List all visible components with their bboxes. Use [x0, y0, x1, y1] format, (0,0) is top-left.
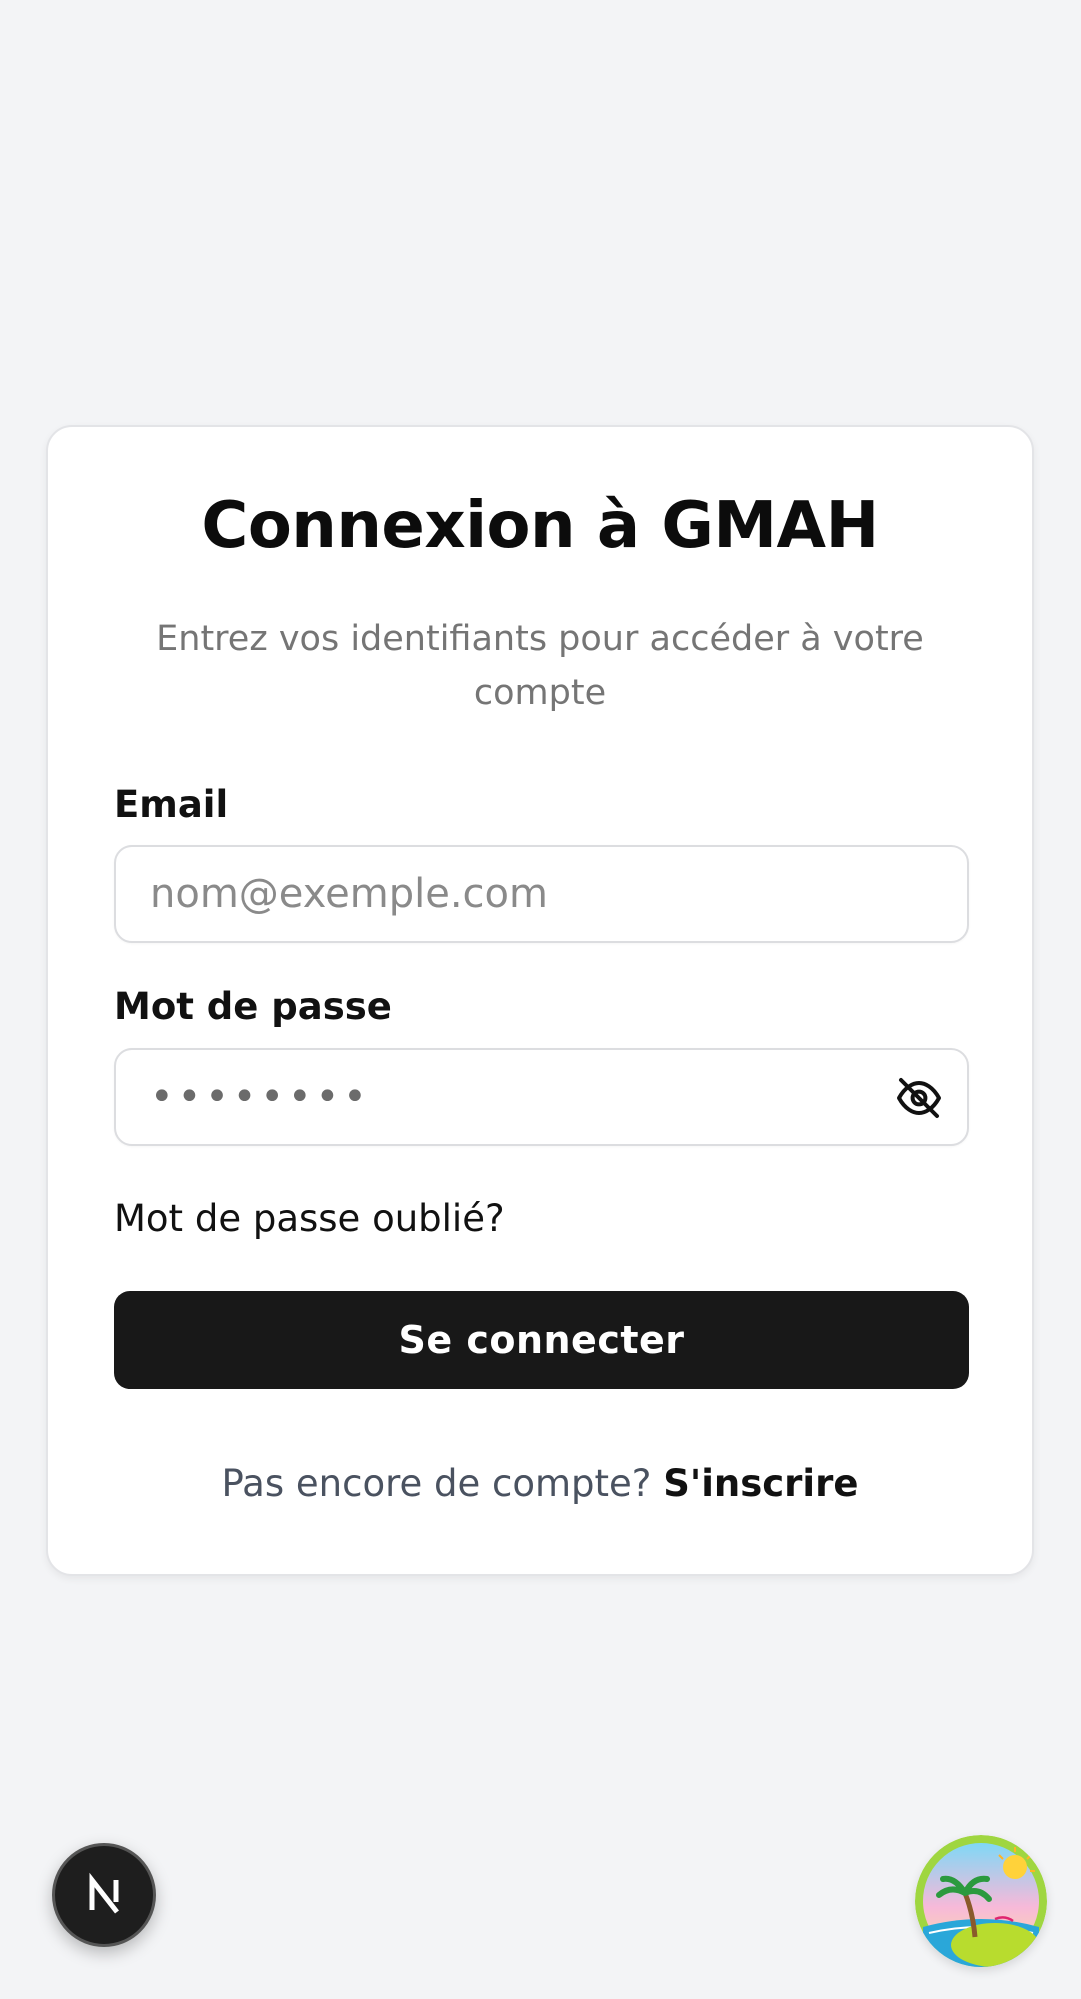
email-field[interactable]: [116, 847, 967, 941]
eye-off-icon[interactable]: [895, 1074, 943, 1122]
nextjs-logo-icon[interactable]: [52, 1843, 156, 1947]
email-field-wrapper: [114, 845, 969, 943]
signup-prompt: Pas encore de compte? S'inscrire: [48, 1462, 1032, 1505]
login-button[interactable]: Se connecter: [114, 1291, 969, 1389]
signup-link[interactable]: S'inscrire: [663, 1462, 858, 1505]
login-card: Connexion à GMAH Entrez vos identifiants…: [46, 425, 1034, 1576]
page-subtitle: Entrez vos identifiants pour accéder à v…: [156, 619, 924, 713]
signup-prompt-text: Pas encore de compte?: [221, 1462, 652, 1505]
password-field[interactable]: [116, 1050, 967, 1144]
forgot-password-link[interactable]: Mot de passe oublié?: [114, 1197, 505, 1240]
page-title: Connexion à GMAH: [201, 489, 879, 563]
beach-island-icon[interactable]: [915, 1835, 1047, 1967]
password-label: Mot de passe: [114, 985, 392, 1028]
email-label: Email: [114, 783, 229, 826]
password-field-wrapper: [114, 1048, 969, 1146]
